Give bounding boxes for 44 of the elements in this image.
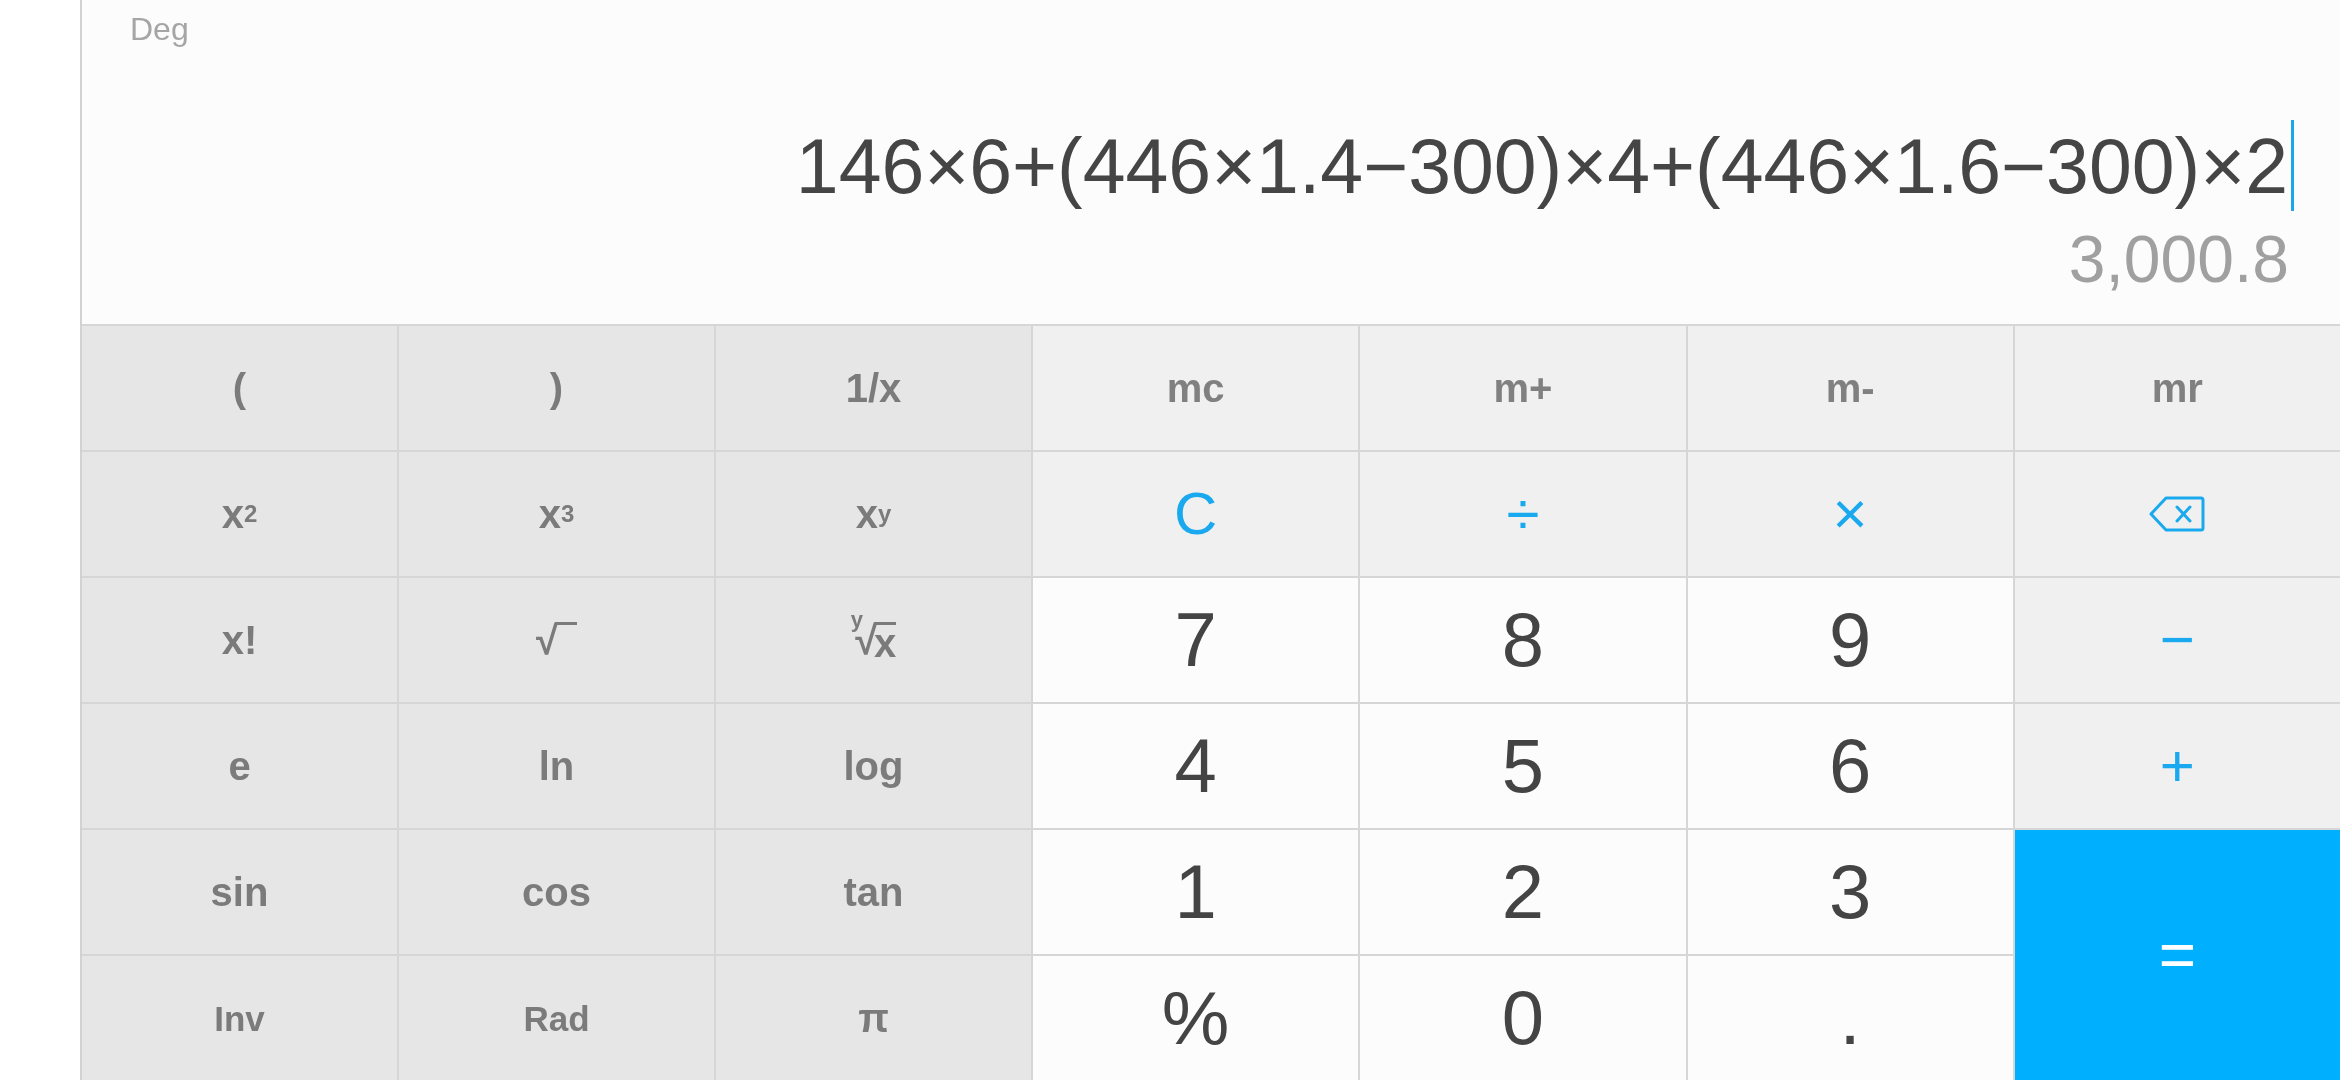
function-key[interactable]: x$^{y}$ bbox=[716, 452, 1031, 576]
digit-key[interactable]: 6 bbox=[1687, 704, 2013, 828]
operator-key[interactable]: + bbox=[2014, 704, 2340, 828]
digit-key[interactable]: 5 bbox=[1360, 704, 1686, 828]
digit-key[interactable]: 0 bbox=[1360, 956, 1686, 1080]
function-key[interactable]: ( bbox=[82, 326, 397, 450]
function-key[interactable]: sin bbox=[82, 830, 397, 954]
digit-key[interactable]: 9 bbox=[1687, 578, 2013, 702]
function-key[interactable]: cos bbox=[399, 830, 714, 954]
memory-key[interactable]: m- bbox=[1687, 326, 2013, 450]
digit-key[interactable]: 2 bbox=[1360, 830, 1686, 954]
backspace-icon bbox=[2149, 496, 2206, 532]
digit-key[interactable]: 7 bbox=[1033, 578, 1359, 702]
mode-key[interactable]: Rad bbox=[399, 956, 714, 1080]
angle-mode-label: Deg bbox=[130, 13, 189, 45]
function-key[interactable]: √ bbox=[399, 578, 714, 702]
digit-key[interactable]: 3 bbox=[1687, 830, 2013, 954]
equals-key[interactable]: = bbox=[2014, 830, 2340, 1080]
mode-key[interactable]: Inv bbox=[82, 956, 397, 1080]
operator-key[interactable]: − bbox=[2014, 578, 2340, 702]
digit-key[interactable]: 4 bbox=[1033, 704, 1359, 828]
expression-field[interactable]: 146×6+(446×1.4−300)×4+(446×1.6−300)×2 bbox=[795, 128, 2294, 211]
digit-key[interactable]: 8 bbox=[1360, 578, 1686, 702]
function-key[interactable]: tan bbox=[716, 830, 1031, 954]
function-key[interactable]: ln bbox=[399, 704, 714, 828]
function-key[interactable]: π bbox=[716, 956, 1031, 1080]
function-key[interactable]: x$^{3}$ bbox=[399, 452, 714, 576]
digit-key[interactable]: % bbox=[1033, 956, 1359, 1080]
operator-key[interactable]: ÷ bbox=[1360, 452, 1686, 576]
result-text: 3,000.8 bbox=[2068, 226, 2289, 292]
digit-key[interactable]: . bbox=[1687, 956, 2013, 1080]
function-key[interactable]: log bbox=[716, 704, 1031, 828]
memory-key[interactable]: mc bbox=[1033, 326, 1359, 450]
function-key[interactable]: x! bbox=[82, 578, 397, 702]
function-key[interactable]: 1/x bbox=[716, 326, 1031, 450]
operator-key[interactable]: × bbox=[1687, 452, 2013, 576]
function-key[interactable]: e bbox=[82, 704, 397, 828]
function-key[interactable]: x$^{2}$ bbox=[82, 452, 397, 576]
memory-key[interactable]: mr bbox=[2014, 326, 2340, 450]
memory-key[interactable]: m+ bbox=[1360, 326, 1686, 450]
backspace-key[interactable] bbox=[2014, 452, 2340, 576]
function-key[interactable]: ) bbox=[399, 326, 714, 450]
operator-key[interactable]: C bbox=[1033, 452, 1359, 576]
digit-key[interactable]: 1 bbox=[1033, 830, 1359, 954]
